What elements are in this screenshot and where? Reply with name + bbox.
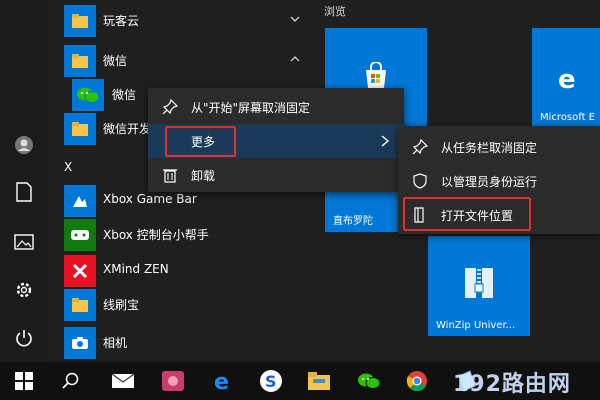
app-list-item-label: XMind ZEN bbox=[103, 262, 169, 276]
xmind-icon bbox=[64, 255, 96, 287]
svg-text:S: S bbox=[265, 372, 277, 391]
tile-winzip[interactable]: WinZip Univer... bbox=[428, 236, 530, 336]
app-list-item-label: 相机 bbox=[103, 336, 128, 350]
menu-item-label: 从任务栏取消固定 bbox=[441, 141, 538, 155]
highlight-box-more bbox=[165, 126, 236, 157]
folder-icon bbox=[64, 289, 96, 321]
uninstall-menu-item[interactable]: 卸载 bbox=[148, 158, 404, 192]
xbox-game-bar-icon bbox=[64, 185, 96, 217]
app-list-item-label: Xbox 控制台小帮手 bbox=[103, 228, 209, 242]
svg-text:e: e bbox=[558, 66, 576, 92]
tile-label: 直布罗陀 bbox=[333, 216, 373, 227]
edge-icon: e bbox=[558, 66, 576, 92]
watermark-text: 192路由网 bbox=[453, 372, 571, 397]
photos-icon[interactable] bbox=[160, 368, 186, 394]
chevron-down-icon[interactable] bbox=[290, 14, 300, 24]
tile-edge[interactable]: e Microsoft E bbox=[532, 28, 600, 128]
app-list-item-label: 微信 bbox=[103, 54, 128, 68]
app-list-item-label: 玩客云 bbox=[103, 14, 140, 28]
file-explorer-icon[interactable] bbox=[306, 368, 332, 394]
unpin-icon bbox=[162, 99, 178, 115]
settings-gear-icon[interactable] bbox=[12, 278, 36, 302]
highlight-box-open-file-location bbox=[403, 197, 531, 231]
section-letter[interactable]: X bbox=[64, 160, 72, 174]
app-list-item-label: 线刷宝 bbox=[103, 298, 140, 312]
trash-icon bbox=[163, 169, 177, 183]
store-icon bbox=[366, 62, 386, 88]
chrome-icon[interactable] bbox=[404, 368, 430, 394]
search-icon[interactable] bbox=[58, 368, 84, 394]
tile-label: WinZip Univer... bbox=[436, 320, 516, 331]
menu-item-label: 卸载 bbox=[191, 169, 216, 183]
winzip-icon bbox=[465, 268, 493, 298]
folder-icon bbox=[64, 113, 96, 145]
chevron-up-icon[interactable] bbox=[290, 54, 300, 64]
power-icon[interactable] bbox=[12, 326, 36, 350]
app-list-item[interactable]: 玩客云 bbox=[48, 0, 310, 42]
app-list-item[interactable]: 相机 bbox=[48, 322, 310, 364]
menu-item-label: 从"开始"屏幕取消固定 bbox=[191, 101, 311, 115]
admin-shield-icon bbox=[413, 173, 427, 189]
sogou-icon[interactable]: S bbox=[258, 368, 284, 394]
app-list-item-label: 微信开发 bbox=[103, 122, 152, 136]
app-list-item-label: Xbox Game Bar bbox=[103, 192, 197, 206]
xbox-console-icon bbox=[64, 219, 96, 251]
wechat-icon bbox=[72, 79, 104, 111]
windows-start-icon[interactable] bbox=[11, 368, 37, 394]
mail-icon[interactable] bbox=[110, 368, 136, 394]
unpin-icon bbox=[412, 139, 428, 155]
app-list-item[interactable]: 线刷宝 bbox=[48, 284, 310, 326]
menu-item-label: 以管理员身份运行 bbox=[441, 175, 538, 189]
hamburger-icon[interactable] bbox=[12, 12, 36, 36]
svg-text:e: e bbox=[214, 370, 229, 392]
tile-group-header: 浏览 bbox=[324, 5, 346, 18]
folder-icon bbox=[64, 5, 96, 37]
folder-icon bbox=[64, 45, 96, 77]
tile-label: Microsoft E bbox=[540, 112, 596, 123]
unpin-from-start-menu-item[interactable]: 从"开始"屏幕取消固定 bbox=[148, 90, 404, 124]
user-avatar-icon[interactable] bbox=[12, 133, 36, 157]
camera-icon bbox=[64, 327, 96, 359]
run-as-admin-menu-item[interactable]: 以管理员身份运行 bbox=[398, 164, 600, 198]
unpin-from-taskbar-menu-item[interactable]: 从任务栏取消固定 bbox=[398, 130, 600, 164]
documents-icon[interactable] bbox=[12, 180, 36, 204]
pictures-icon[interactable] bbox=[12, 230, 36, 254]
app-list-item-label: 微信 bbox=[112, 88, 137, 102]
chevron-right-icon bbox=[381, 135, 390, 147]
wechat-icon[interactable] bbox=[356, 368, 382, 394]
start-left-rail bbox=[0, 0, 48, 362]
edge-icon[interactable]: e bbox=[210, 368, 236, 394]
